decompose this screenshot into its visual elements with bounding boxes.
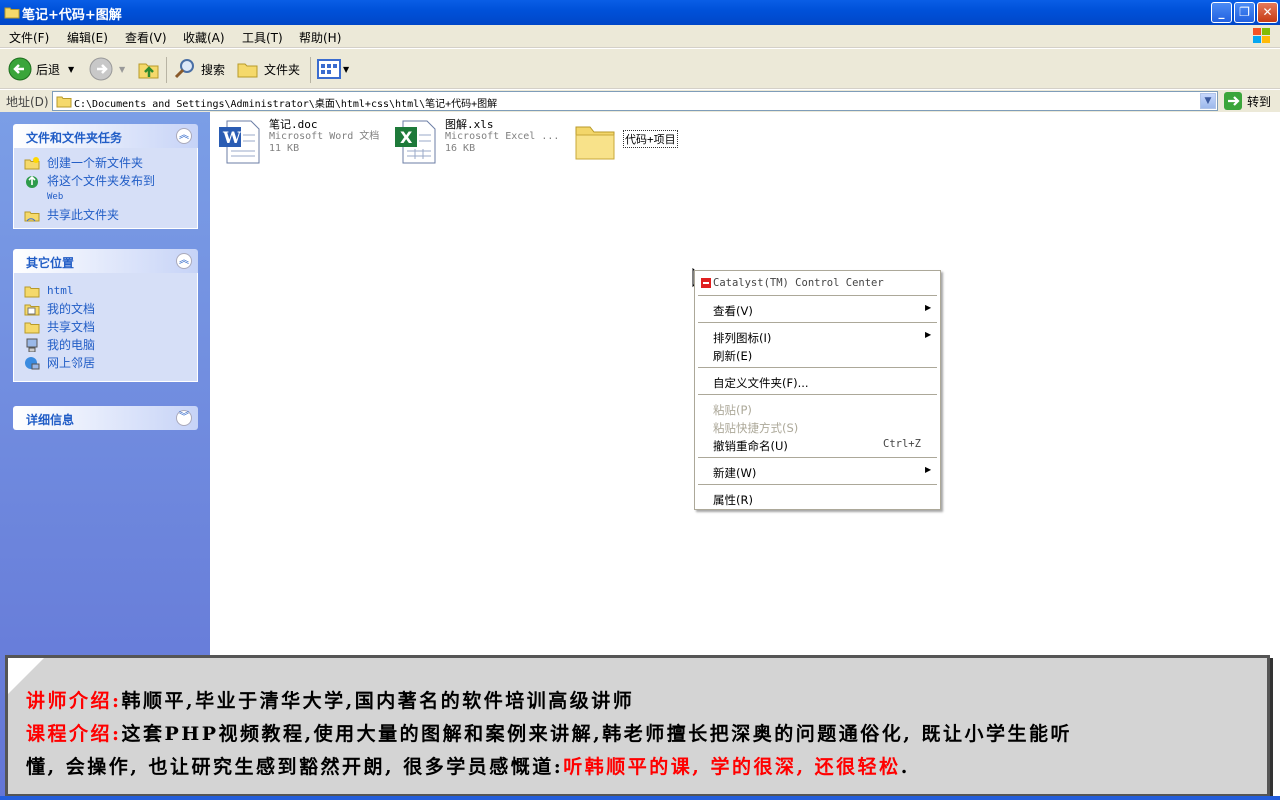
place-shared-documents[interactable]: 共享文档 <box>14 318 197 336</box>
windows-logo-icon <box>1252 27 1272 45</box>
close-button[interactable]: ✕ <box>1257 2 1278 23</box>
menu-item-view[interactable]: 查看(V)▶ <box>713 303 753 319</box>
file-name: 图解.xls <box>445 119 559 131</box>
menu-item-refresh[interactable]: 刷新(E) <box>713 348 752 364</box>
file-size: 16 KB <box>445 143 559 155</box>
share-folder-icon <box>24 208 40 222</box>
up-folder-button[interactable] <box>137 57 161 81</box>
address-dropdown-button[interactable]: ▼ <box>1200 93 1216 109</box>
forward-arrow-icon <box>89 57 113 81</box>
excel-xls-icon: X <box>393 119 441 165</box>
folder-icon <box>4 5 20 19</box>
folder-icon <box>56 94 72 108</box>
go-arrow-icon <box>1224 92 1242 110</box>
file-type: Microsoft Word 文档 <box>269 131 379 143</box>
menu-item-paste-shortcut[interactable]: 粘贴快捷方式(S) <box>713 420 798 436</box>
file-item[interactable]: X 图解.xls Microsoft Excel ... 16 KB <box>393 119 559 165</box>
address-bar: 地址(D) C:\Documents and Settings\Administ… <box>0 90 1280 112</box>
minimize-button[interactable]: _ <box>1211 2 1232 23</box>
views-icon <box>317 58 341 80</box>
restore-button[interactable]: ❐ <box>1234 2 1255 23</box>
menu-item-properties[interactable]: 属性(R) <box>713 492 753 508</box>
menu-tools[interactable]: 工具(T) <box>242 29 283 46</box>
menu-item-paste[interactable]: 粘贴(P) <box>713 402 752 418</box>
publish-web-icon <box>24 174 40 188</box>
folders-button[interactable]: 文件夹 <box>236 57 300 81</box>
word-doc-icon: W <box>217 119 265 165</box>
new-folder-icon <box>24 156 40 170</box>
menu-item-undo-rename[interactable]: 撤销重命名(U)Ctrl+Z <box>713 438 923 454</box>
task-share-folder[interactable]: 共享此文件夹 <box>14 206 197 224</box>
menu-edit[interactable]: 编辑(E) <box>67 29 108 46</box>
folder-item[interactable]: 代码+项目 <box>574 121 678 161</box>
collapse-icon[interactable]: ︽ <box>176 253 192 269</box>
file-tasks-panel: 文件和文件夹任务 ︽ 创建一个新文件夹 将这个文件夹发布到Web 共享此文件夹 <box>13 124 198 229</box>
context-menu: Catalyst(TM) Control Center 查看(V)▶ 排列图标(… <box>694 270 941 510</box>
chevron-down-icon[interactable]: ▼ <box>68 65 74 74</box>
search-icon <box>173 57 197 81</box>
chevron-down-icon: ▼ <box>343 65 349 74</box>
task-new-folder[interactable]: 创建一个新文件夹 <box>14 154 197 172</box>
my-computer-icon <box>24 338 40 352</box>
submenu-arrow-icon: ▶ <box>925 330 931 339</box>
file-tasks-header[interactable]: 文件和文件夹任务 ︽ <box>13 124 198 148</box>
place-my-documents[interactable]: 我的文档 <box>14 300 197 318</box>
menu-help[interactable]: 帮助(H) <box>299 29 341 46</box>
address-input[interactable]: C:\Documents and Settings\Administrator\… <box>52 91 1218 111</box>
submenu-arrow-icon: ▶ <box>925 303 931 312</box>
course-intro: 课程介绍:这套PHP视频教程,使用大量的图解和案例来讲解,韩老师擅长把深奥的问题… <box>26 719 1072 746</box>
taskbar <box>0 796 1280 800</box>
teacher-intro: 讲师介绍:韩顺平,毕业于清华大学,国内著名的软件培训高级讲师 <box>26 686 634 713</box>
folder-icon <box>574 121 616 161</box>
window-title: 笔记+代码+图解 <box>22 4 122 23</box>
task-publish-web[interactable]: 将这个文件夹发布到Web <box>14 172 197 206</box>
folders-icon <box>236 57 260 81</box>
file-name: 代码+项目 <box>623 130 678 148</box>
up-folder-icon <box>137 57 161 81</box>
address-label: 地址(D) <box>6 93 49 110</box>
menu-favorites[interactable]: 收藏(A) <box>183 29 225 46</box>
place-network[interactable]: 网上邻居 <box>14 354 197 372</box>
file-type: Microsoft Excel ... <box>445 131 559 143</box>
svg-text:X: X <box>400 128 413 147</box>
place-html[interactable]: html <box>14 282 197 300</box>
forward-button[interactable]: ▼ <box>89 57 125 81</box>
other-places-header[interactable]: 其它位置 ︽ <box>13 249 198 273</box>
other-places-panel: 其它位置 ︽ html 我的文档 共享文档 我的电脑 网上邻居 <box>13 249 198 382</box>
place-my-computer[interactable]: 我的电脑 <box>14 336 197 354</box>
course-banner: 讲师介绍:韩顺平,毕业于清华大学,国内著名的软件培训高级讲师 课程介绍:这套PH… <box>5 655 1270 797</box>
go-button[interactable]: 转到 <box>1224 92 1271 110</box>
address-path: C:\Documents and Settings\Administrator\… <box>74 95 497 110</box>
views-button[interactable]: ▼ <box>317 57 349 81</box>
menu-item-catalyst[interactable]: Catalyst(TM) Control Center <box>713 277 884 289</box>
chevron-down-icon[interactable]: ▼ <box>119 65 125 74</box>
shared-documents-icon <box>24 320 40 334</box>
back-arrow-icon <box>8 57 32 81</box>
my-documents-icon <box>24 302 40 316</box>
back-button[interactable]: 后退 ▼ <box>8 57 74 81</box>
title-bar[interactable]: 笔记+代码+图解 _ ❐ ✕ <box>0 0 1280 25</box>
search-button[interactable]: 搜索 <box>173 57 225 81</box>
details-panel: 详细信息 ︾ <box>13 406 198 430</box>
expand-icon[interactable]: ︾ <box>176 410 192 426</box>
file-size: 11 KB <box>269 143 379 155</box>
menu-item-arrange-icons[interactable]: 排列图标(I)▶ <box>713 330 771 346</box>
file-name: 笔记.doc <box>269 119 379 131</box>
collapse-icon[interactable]: ︽ <box>176 128 192 144</box>
menu-item-new[interactable]: 新建(W)▶ <box>713 465 756 481</box>
catalyst-icon <box>701 278 711 288</box>
file-item[interactable]: W 笔记.doc Microsoft Word 文档 11 KB <box>217 119 379 165</box>
shortcut-label: Ctrl+Z <box>883 438 921 450</box>
menu-item-customize-folder[interactable]: 自定义文件夹(F)... <box>713 375 809 391</box>
menu-view[interactable]: 查看(V) <box>125 29 167 46</box>
network-icon <box>24 356 40 370</box>
details-header[interactable]: 详细信息 ︾ <box>13 406 198 430</box>
folder-icon <box>24 284 40 298</box>
menu-bar: 文件(F) 编辑(E) 查看(V) 收藏(A) 工具(T) 帮助(H) <box>0 25 1280 48</box>
menu-file[interactable]: 文件(F) <box>9 29 49 46</box>
course-intro-continued: 懂, 会操作, 也让研究生感到豁然开朗, 很多学员感慨道:听韩顺平的课, 学的很… <box>26 752 910 779</box>
toolbar: 后退 ▼ ▼ 搜索 文件夹 ▼ <box>0 49 1280 89</box>
submenu-arrow-icon: ▶ <box>925 465 931 474</box>
svg-text:W: W <box>222 128 242 147</box>
